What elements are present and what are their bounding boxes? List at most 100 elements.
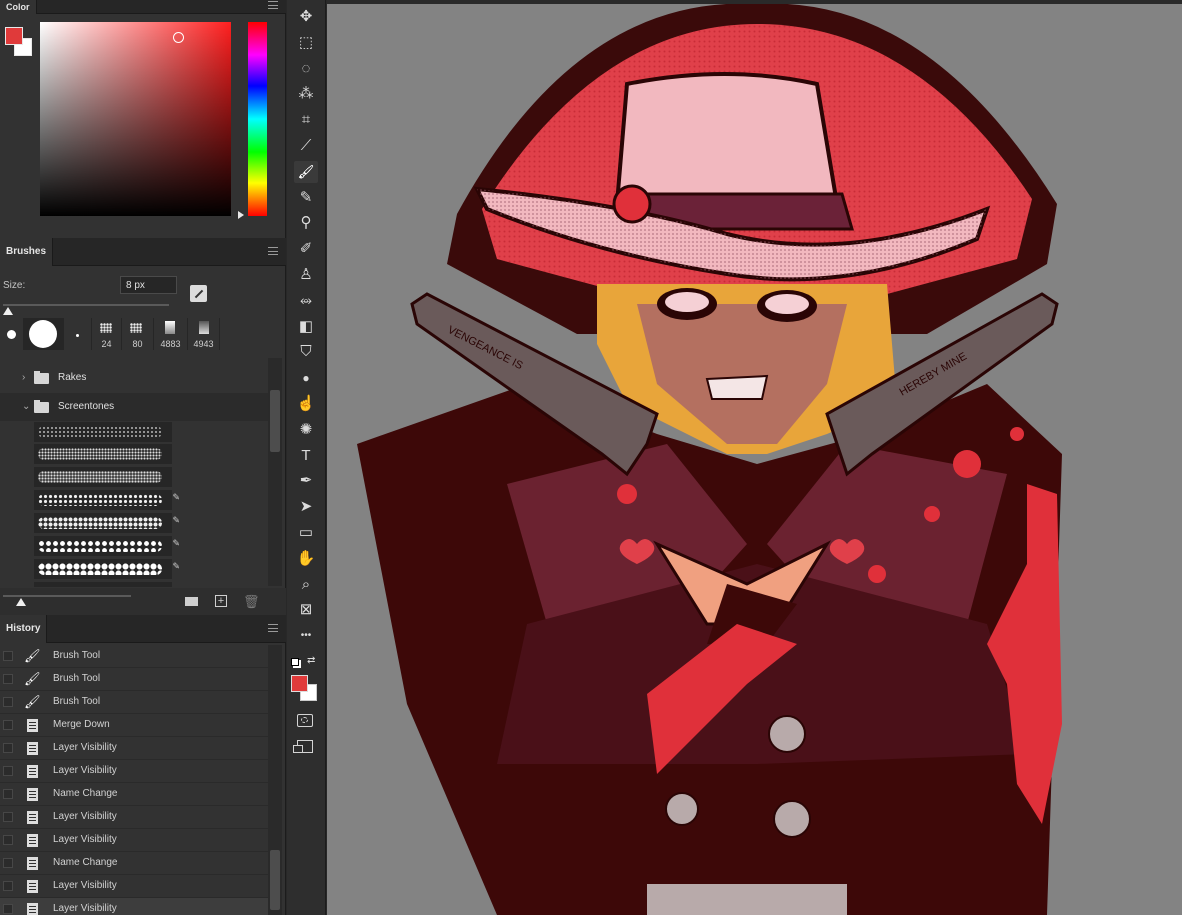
history-item[interactable]: Layer Visibility [0,875,268,898]
screen-mode-icon[interactable] [293,740,313,753]
screentone-brush-1[interactable] [34,422,172,443]
default-colors-icon[interactable] [291,658,299,666]
color-panel-menu-icon[interactable] [268,1,278,9]
brush-settings-icon[interactable] [190,285,207,302]
brushes-scrollbar[interactable] [268,358,282,586]
chevron-right-icon[interactable]: › [22,364,25,392]
swap-colors-icon[interactable]: ⇄ [307,655,315,666]
history-snapshot-checkbox[interactable] [3,904,13,914]
history-snapshot-checkbox[interactable] [3,674,13,684]
history-snapshot-checkbox[interactable] [3,881,13,891]
type-icon[interactable]: T [294,445,318,467]
history-item[interactable]: 🖌 Brush Tool [0,691,268,714]
chevron-down-icon[interactable]: ⌄ [22,393,30,421]
magic-wand-icon[interactable]: ⁂ [294,83,318,105]
hue-slider[interactable] [248,22,267,216]
preview-size-slider-track[interactable] [3,595,131,597]
history-snapshot-checkbox[interactable] [3,812,13,822]
document-canvas[interactable]: VENGEANCE IS HEREBY MINE [327,4,1182,915]
brush-folder-screentones[interactable]: ⌄ Screentones [0,393,268,421]
brush-preset-4943[interactable]: 4943 [188,318,220,350]
pen-icon[interactable]: ✒ [294,470,318,492]
color-saturation-field[interactable] [40,22,231,216]
screentone-brush-5[interactable]: ✎ [34,513,180,534]
brush-preset-24[interactable]: 24 [92,318,122,350]
hand-icon[interactable]: ✋ [294,548,318,570]
pencil-icon[interactable]: ✎ [294,187,318,209]
brush-preset-round[interactable] [24,318,64,350]
path-selection-icon[interactable]: ➤ [294,496,318,518]
history-item[interactable]: 🖌 Brush Tool [0,645,268,668]
history-scroll-thumb[interactable] [270,850,280,910]
new-brush-icon[interactable]: + [215,595,227,607]
brush-icon[interactable]: 🖌 [294,160,318,183]
eyedropper-icon[interactable]: ⟋ [294,135,318,157]
smudge-brush-icon[interactable]: ⥈ [294,290,318,312]
history-snapshot-checkbox[interactable] [3,651,13,661]
hue-slider-marker[interactable] [238,211,244,219]
brush-preset-tiny[interactable] [64,318,92,350]
marquee-icon[interactable]: ⬚ [294,32,318,54]
history-scrollbar[interactable] [268,645,282,915]
history-item[interactable]: Layer Visibility [0,898,268,915]
brush-preset-dot[interactable] [0,318,24,350]
history-item[interactable]: Layer Visibility [0,829,268,852]
history-item[interactable]: 🖌 Brush Tool [0,668,268,691]
sponge-icon[interactable]: ✺ [294,419,318,441]
brush-size-input[interactable]: 8 px [120,276,177,294]
brushes-scroll-thumb[interactable] [270,390,280,452]
brush-preset-4883[interactable]: 4883 [154,318,188,350]
crop-icon[interactable]: ⌗ [294,109,318,131]
brushes-panel-tab[interactable]: Brushes [0,238,54,266]
rectangle-icon[interactable]: ▭ [294,522,318,544]
screentone-brush-2[interactable] [34,444,172,465]
screentone-brush-4[interactable]: ✎ [34,490,180,511]
history-brush-icon[interactable]: ✐ [294,238,318,260]
history-item-label: Layer Visibility [53,880,117,891]
preview-size-slider-thumb[interactable] [16,598,26,606]
history-item-label: Layer Visibility [53,742,117,753]
history-item[interactable]: Layer Visibility [0,806,268,829]
history-item[interactable]: Layer Visibility [0,737,268,760]
lasso-icon[interactable]: ◌ [294,58,318,80]
history-panel-menu-icon[interactable] [268,624,278,632]
new-group-icon[interactable] [185,597,198,606]
brush-preset-80[interactable]: 80 [122,318,154,350]
blur-icon[interactable]: ● [294,367,318,389]
delete-icon[interactable]: 🗑 [243,594,260,610]
history-snapshot-checkbox[interactable] [3,789,13,799]
screentone-brush-7[interactable]: ✎ [34,559,180,580]
history-item[interactable]: Name Change [0,852,268,875]
color-picker-ring[interactable] [173,32,184,43]
finger-icon[interactable]: ☝ [294,393,318,415]
history-snapshot-checkbox[interactable] [3,697,13,707]
brush-folder-rakes[interactable]: › Rakes [0,364,268,392]
quick-mask-icon[interactable] [297,714,313,727]
history-snapshot-checkbox[interactable] [3,743,13,753]
color-panel-tab[interactable]: Color [0,0,37,14]
eraser-icon[interactable]: ◧ [294,316,318,338]
clone-stamp-icon[interactable]: ⚲ [294,212,318,234]
move-icon[interactable]: ✥ [294,6,318,28]
history-panel-tab[interactable]: History [0,615,48,643]
history-snapshot-checkbox[interactable] [3,835,13,845]
stamp-icon[interactable]: ♙ [294,264,318,286]
document-icon [24,878,40,894]
background-color-swatch[interactable] [5,27,23,45]
history-snapshot-checkbox[interactable] [3,720,13,730]
zoom-icon[interactable]: ⌕ [294,574,318,596]
history-item[interactable]: Name Change [0,783,268,806]
brush-size-slider-track[interactable] [3,304,169,306]
history-item[interactable]: Merge Down [0,714,268,737]
history-snapshot-checkbox[interactable] [3,858,13,868]
more-icon[interactable]: ••• [294,625,318,647]
screentone-brush-6[interactable]: ✎ [34,536,180,557]
brush-size-slider-thumb[interactable] [3,307,13,315]
screentone-brush-3[interactable] [34,467,172,488]
history-item[interactable]: Layer Visibility [0,760,268,783]
paint-bucket-icon[interactable]: ⛉ [294,341,318,363]
history-snapshot-checkbox[interactable] [3,766,13,776]
frame-icon[interactable]: ⊠ [294,599,318,621]
toolbar-foreground-swatch[interactable] [291,675,308,692]
brushes-panel-menu-icon[interactable] [268,247,278,255]
